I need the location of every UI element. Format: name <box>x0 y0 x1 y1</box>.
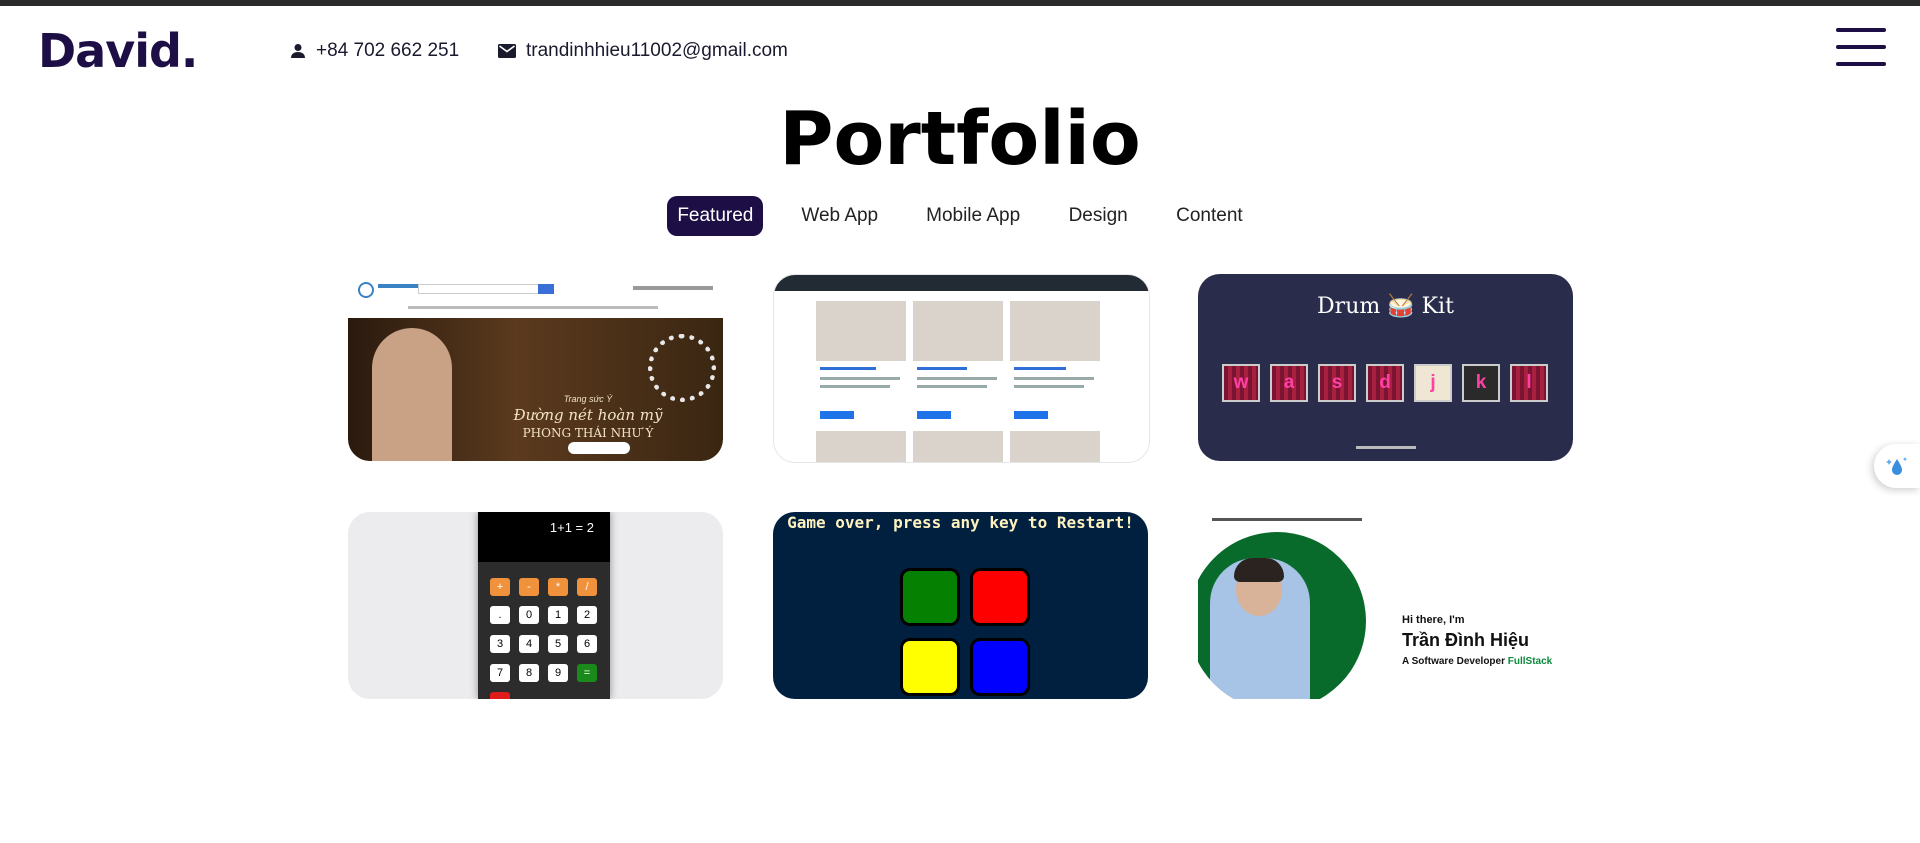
course-title <box>820 367 876 370</box>
calc-key-clear <box>490 692 510 699</box>
email-address: trandinhhieu11002@gmail.com <box>526 40 788 61</box>
calc-key: 8 <box>519 664 539 682</box>
course-thumbnail <box>913 431 1003 462</box>
profile-contact-bar <box>1212 518 1362 521</box>
jewelry-caption-main: PHONG THÁI NHƯ Ý <box>522 426 654 440</box>
person-hair <box>1234 558 1284 582</box>
calc-key: 6 <box>577 635 597 653</box>
profile-role-prefix: A Software Developer <box>1402 656 1505 667</box>
jewelry-cta-button <box>568 442 630 454</box>
drum-footer <box>1198 446 1573 449</box>
drum-title: Drum 🥁 Kit <box>1317 294 1454 319</box>
jewelry-caption-small: Trang sức Ý <box>563 394 613 404</box>
calc-key: 9 <box>548 664 568 682</box>
course-thumbnail <box>1010 301 1100 361</box>
calc-key: + <box>490 578 510 596</box>
course-desc <box>820 385 890 388</box>
portfolio-tabs: Featured Web App Mobile App Design Conte… <box>0 196 1920 236</box>
mail-icon <box>498 44 516 58</box>
bracelet-image <box>648 334 716 402</box>
tab-design[interactable]: Design <box>1058 196 1138 236</box>
menu-hamburger-icon[interactable] <box>1836 28 1886 70</box>
project-card-drum-kit[interactable]: Drum 🥁 Kit w a s d j k l <box>1198 274 1573 461</box>
calc-key: * <box>548 578 568 596</box>
course-desc <box>820 377 900 380</box>
calc-key: / <box>577 578 597 596</box>
course-desc <box>1014 385 1084 388</box>
page-title: Portfolio <box>779 96 1141 182</box>
phone-number: +84 702 662 251 <box>316 40 460 61</box>
tab-content[interactable]: Content <box>1166 196 1253 236</box>
profile-greeting: Hi there, I'm <box>1402 614 1465 626</box>
jewelry-navbar <box>348 274 723 319</box>
course-title <box>917 367 967 370</box>
course-desc <box>1014 377 1094 380</box>
drum-key: l <box>1510 364 1548 402</box>
calc-key: . <box>490 606 510 624</box>
calc-key: 1 <box>548 606 568 624</box>
logo[interactable]: David. <box>38 24 198 78</box>
project-card-jewelry[interactable]: Trang sức Ý Đường nét hoàn mỹ PHONG THÁI… <box>348 274 723 461</box>
course-desc <box>917 385 987 388</box>
course-thumbnail <box>1010 431 1100 462</box>
tab-web-app[interactable]: Web App <box>791 196 888 236</box>
phone-contact[interactable]: +84 702 662 251 <box>290 40 459 62</box>
profile-photo <box>1198 532 1366 699</box>
floating-droplet-button[interactable] <box>1874 444 1920 488</box>
calc-key: 4 <box>519 635 539 653</box>
course-thumbnail <box>816 431 906 462</box>
calc-key: 5 <box>548 635 568 653</box>
english-topbar <box>774 275 1149 291</box>
project-card-profile[interactable]: Hi there, I'm Trần Đình Hiệu A Software … <box>1198 512 1573 699</box>
calc-key: - <box>519 578 539 596</box>
course-button <box>1014 411 1048 419</box>
course-thumbnail <box>913 301 1003 361</box>
course-button <box>820 411 854 419</box>
calc-key: 0 <box>519 606 539 624</box>
tab-mobile-app[interactable]: Mobile App <box>916 196 1030 236</box>
calculator-preview: 1+1 = 2 + - * / . 0 1 2 3 4 5 6 7 8 9 = <box>478 512 610 699</box>
course-button <box>917 411 951 419</box>
calculator-display-text: 1+1 = 2 <box>549 520 594 535</box>
project-card-calculator[interactable]: 1+1 = 2 + - * / . 0 1 2 3 4 5 6 7 8 9 = <box>348 512 723 699</box>
droplet-sparkle-icon <box>1886 457 1908 475</box>
simon-pad-green <box>900 568 960 626</box>
profile-name: Trần Đình Hiệu <box>1402 630 1530 650</box>
tab-featured[interactable]: Featured <box>667 196 764 236</box>
drum-key: d <box>1366 364 1404 402</box>
jewelry-caption-script: Đường nét hoàn mỹ <box>513 406 663 424</box>
calc-key: 3 <box>490 635 510 653</box>
course-title <box>1014 367 1066 370</box>
email-contact[interactable]: trandinhhieu11002@gmail.com <box>498 40 788 62</box>
calc-key: = <box>577 664 597 682</box>
calc-key: 7 <box>490 664 510 682</box>
model-image <box>372 328 452 461</box>
calc-key: 2 <box>577 606 597 624</box>
drum-key: a <box>1270 364 1308 402</box>
calculator-display: 1+1 = 2 <box>478 512 610 562</box>
project-card-english[interactable] <box>773 274 1150 463</box>
drum-key: s <box>1318 364 1356 402</box>
drum-key: k <box>1462 364 1500 402</box>
drum-key: j <box>1414 364 1452 402</box>
drum-key: w <box>1222 364 1260 402</box>
profile-role: A Software Developer FullStack <box>1402 656 1552 667</box>
profile-role-highlight: FullStack <box>1507 656 1553 667</box>
simon-pad-yellow <box>900 638 960 696</box>
simon-game-message: Game over, press any key to Restart! <box>787 513 1134 532</box>
simon-pad-red <box>970 568 1030 626</box>
person-icon <box>291 44 305 58</box>
site-header: David. +84 702 662 251 trandinhhieu11002… <box>0 6 1920 90</box>
course-thumbnail <box>816 301 906 361</box>
project-card-simon-game[interactable]: Game over, press any key to Restart! <box>773 512 1148 699</box>
simon-pad-blue <box>970 638 1030 696</box>
course-desc <box>917 377 997 380</box>
